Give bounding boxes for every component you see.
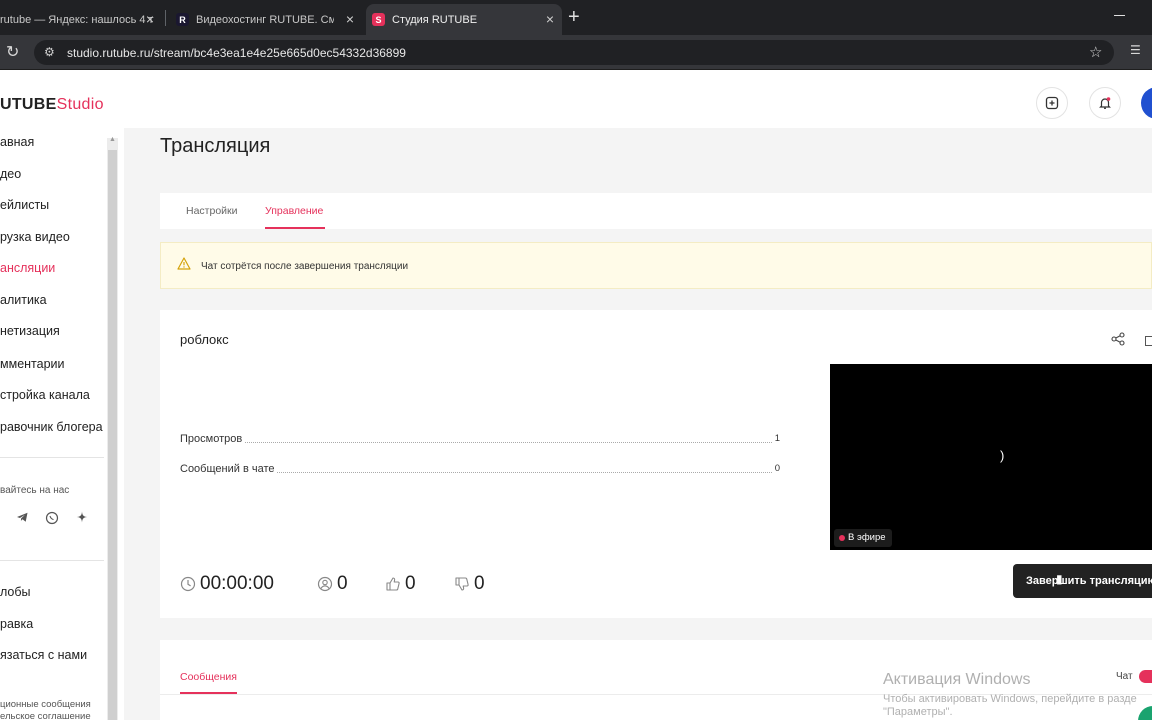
- add-content-button[interactable]: [1036, 87, 1068, 119]
- page-title: Трансляция: [160, 135, 271, 157]
- telegram-icon[interactable]: [16, 511, 29, 527]
- likes-value: 0: [405, 573, 416, 594]
- stat-label: Сообщений в чате: [180, 463, 277, 475]
- bell-icon: [1099, 97, 1111, 109]
- user-icon: [317, 576, 333, 592]
- dislikes-count: 0: [454, 573, 485, 595]
- mouse-cursor-icon: ▮: [1056, 572, 1063, 586]
- logo-studio: Studio: [56, 96, 104, 113]
- browser-tab-rutube[interactable]: R Видеохостинг RUTUBE. Смотр ×: [168, 4, 362, 35]
- browser-tab-bar: rutube — Яндекс: нашлось 4 т × R Видеохо…: [0, 0, 1152, 35]
- chat-notice-banner: Чат сотрётся после завершения трансляции: [160, 242, 1152, 289]
- browser-tab-yandex[interactable]: rutube — Яндекс: нашлось 4 т ×: [0, 4, 162, 35]
- browser-tab-studio[interactable]: S Студия RUTUBE ×: [366, 4, 562, 35]
- site-info-icon[interactable]: ⚙: [44, 45, 55, 59]
- page-tabs: Настройки Управление: [160, 193, 1152, 229]
- address-bar: ↻ ⚙ studio.rutube.ru/stream/bc4e3ea1e4e2…: [0, 35, 1152, 70]
- open-in-new-icon[interactable]: [1145, 336, 1152, 346]
- sidebar-item-playlists[interactable]: ейлисты: [0, 198, 49, 212]
- sidebar-item-monetization[interactable]: нетизация: [0, 324, 60, 338]
- likes-count: 0: [385, 573, 416, 595]
- stat-label: Просмотров: [180, 433, 245, 445]
- sidebar-scrollbar-thumb[interactable]: [108, 150, 117, 720]
- sidebar-item-contact[interactable]: язаться с нами: [0, 648, 87, 662]
- reload-icon[interactable]: ↻: [6, 42, 19, 62]
- chat-toggle[interactable]: [1139, 670, 1152, 683]
- sidebar-divider: [0, 457, 104, 458]
- follow-us-label: вайтесь на нас: [0, 485, 70, 496]
- sidebar-item-blogger-guide[interactable]: равочник блогера: [0, 420, 103, 434]
- rutube-studio-logo[interactable]: UTUBEStudio: [0, 96, 104, 114]
- stat-row-views: Просмотров 1: [180, 433, 780, 447]
- sidebar-divider: [0, 560, 104, 561]
- footer-link-user-agreement[interactable]: ельское соглашение: [0, 711, 91, 720]
- viewers-count: 0: [317, 573, 348, 595]
- live-badge: В эфире: [834, 529, 892, 547]
- studio-favicon-icon: S: [372, 13, 385, 26]
- watermark-line: "Параметры".: [883, 706, 953, 718]
- sidebar-item-comments[interactable]: мментарии: [0, 357, 65, 371]
- new-tab-button[interactable]: +: [568, 6, 580, 28]
- stream-player[interactable]: ) В эфире: [830, 364, 1152, 550]
- sidebar-item-streams[interactable]: ансляции: [0, 261, 55, 275]
- tab-title: Студия RUTUBE: [392, 13, 478, 26]
- sidebar-item-help[interactable]: равка: [0, 617, 33, 631]
- end-stream-button[interactable]: Завершить трансляцию: [1013, 564, 1152, 598]
- close-icon[interactable]: ×: [146, 11, 154, 27]
- dotted-leader: [180, 442, 780, 443]
- duration-value: 00:00:00: [200, 573, 274, 594]
- stream-card: роблокс Просмотров 1 Сообщений в чате 0 …: [160, 310, 1152, 618]
- tab-title: Видеохостинг RUTUBE. Смотр: [196, 13, 334, 26]
- warning-icon: [177, 257, 191, 270]
- url-field[interactable]: ⚙ studio.rutube.ru/stream/bc4e3ea1e4e25e…: [34, 40, 1114, 65]
- viewers-value: 0: [337, 573, 348, 594]
- tab-separator: [165, 10, 166, 26]
- share-icon[interactable]: [1111, 332, 1125, 346]
- stat-row-chat-messages: Сообщений в чате 0: [180, 463, 780, 477]
- minimize-window-icon[interactable]: [1114, 15, 1125, 16]
- close-icon[interactable]: ×: [346, 11, 354, 27]
- clock-icon: [180, 576, 196, 592]
- windows-activation-watermark: Активация Windows Чтобы активировать Win…: [883, 671, 1137, 718]
- tab-title: rutube — Яндекс: нашлось 4 т: [0, 13, 154, 26]
- active-tab-indicator: [265, 227, 325, 229]
- thumbs-up-icon: [386, 577, 400, 591]
- live-dot-icon: [839, 535, 845, 541]
- footer-link-info-messages[interactable]: ционные сообщения: [0, 699, 91, 710]
- viber-icon[interactable]: [45, 511, 59, 528]
- sidebar-item-home[interactable]: авная: [0, 135, 34, 149]
- stream-duration: 00:00:00: [180, 573, 274, 595]
- watermark-line: Чтобы активировать Windows, перейдите в …: [883, 693, 1137, 705]
- dzen-icon[interactable]: [76, 511, 88, 526]
- plus-square-icon: [1045, 96, 1059, 110]
- rutube-favicon-icon: R: [176, 13, 189, 26]
- stat-value: 0: [772, 463, 780, 474]
- notice-text: Чат сотрётся после завершения трансляции: [201, 261, 409, 272]
- stream-title: роблокс: [180, 332, 229, 347]
- avatar[interactable]: [1141, 87, 1152, 119]
- notifications-button[interactable]: [1089, 87, 1121, 119]
- dislikes-value: 0: [474, 573, 485, 594]
- live-badge-label: В эфире: [848, 532, 886, 543]
- sidebar-item-upload[interactable]: рузка видео: [0, 230, 70, 244]
- player-glyph: ): [1000, 448, 1005, 463]
- bookmark-star-icon[interactable]: ☆: [1089, 43, 1102, 61]
- sidebar-item-complaints[interactable]: лобы: [0, 585, 31, 599]
- watermark-title: Активация Windows: [883, 671, 1031, 688]
- sidebar-item-videos[interactable]: део: [0, 167, 21, 181]
- logo-main: UTUBE: [0, 96, 57, 113]
- reading-list-icon[interactable]: ☰: [1130, 43, 1141, 57]
- tab-control[interactable]: Управление: [265, 205, 323, 217]
- scroll-up-icon[interactable]: ▲: [109, 136, 116, 143]
- tab-settings[interactable]: Настройки: [186, 205, 238, 217]
- close-icon[interactable]: ×: [546, 11, 554, 27]
- sidebar-item-channel-settings[interactable]: стройка канала: [0, 388, 90, 402]
- thumbs-down-icon: [455, 577, 469, 591]
- url-text: studio.rutube.ru/stream/bc4e3ea1e4e25e66…: [67, 46, 406, 60]
- stat-value: 1: [772, 433, 780, 444]
- sidebar-item-analytics[interactable]: алитика: [0, 293, 47, 307]
- tab-messages[interactable]: Сообщения: [180, 671, 237, 683]
